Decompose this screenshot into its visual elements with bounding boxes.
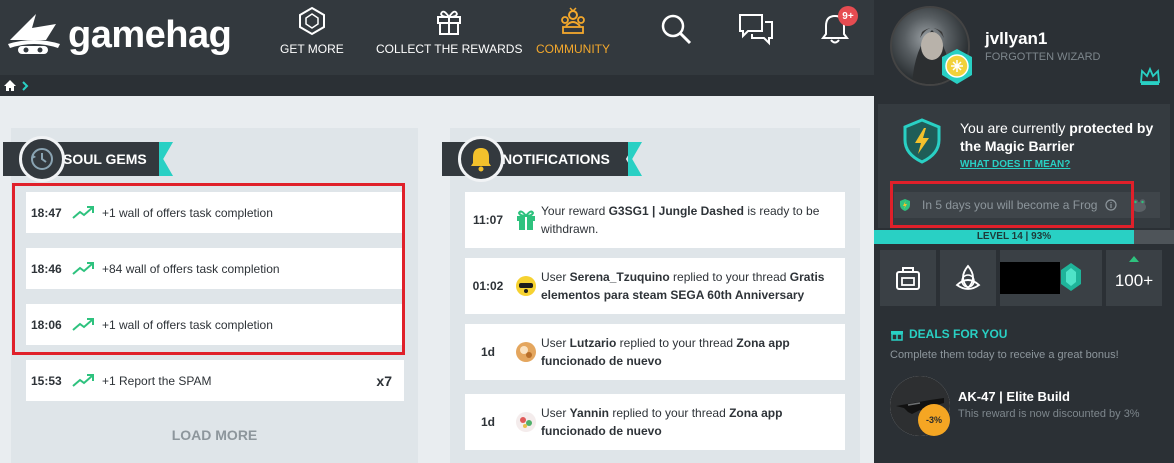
nav-community-label: COMMUNITY	[536, 42, 610, 56]
profile-header: jvllyan1 FORGOTTEN WIZARD	[874, 0, 1174, 96]
soul-gem-row: 15:53 +1 Report the SPAM x7	[26, 360, 404, 401]
notification-time: 11:07	[472, 213, 504, 227]
soul-gem-icon	[1061, 263, 1081, 291]
notifications-panel: NOTIFICATIONS 11:07 Your reward G3SG1 | …	[450, 128, 860, 463]
crown-icon[interactable]	[1139, 66, 1161, 86]
more-tile[interactable]: 100+	[1106, 250, 1162, 306]
nav-community[interactable]: COMMUNITY	[536, 6, 610, 56]
level-progress-bar: LEVEL 14 | 93%	[874, 230, 1174, 244]
nav-get-more-label: GET MORE	[280, 42, 344, 56]
search-button[interactable]	[659, 12, 693, 51]
deals-title: DEALS FOR YOU	[890, 327, 1007, 341]
gem-multiplier: x7	[376, 372, 392, 389]
nav-get-more[interactable]: GET MORE	[280, 6, 344, 56]
deals-subtitle: Complete them today to receive a great b…	[890, 349, 1119, 361]
gift-icon	[437, 10, 462, 35]
user-rank-title: FORGOTTEN WIZARD	[985, 51, 1101, 63]
bell-icon	[471, 148, 491, 172]
home-icon[interactable]	[3, 79, 17, 92]
backpack-icon	[896, 267, 920, 290]
notifications-emblem	[458, 136, 504, 182]
notification-time: 1d	[480, 415, 495, 429]
notification-message: User Serena_Tzuquino replied to your thr…	[541, 270, 825, 302]
notifications-button[interactable]: 9+	[820, 6, 858, 51]
discount-badge: -3%	[918, 404, 950, 436]
gem-balance-tile[interactable]	[1000, 250, 1102, 306]
notification-item[interactable]: 01:02 User Serena_Tzuquino replied to yo…	[465, 258, 845, 314]
highlight-box	[12, 183, 405, 355]
notification-message: Your reward G3SG1 | Jungle Dashed is rea…	[541, 204, 820, 236]
deal-item-name[interactable]: AK-47 | Elite Build	[958, 389, 1070, 404]
gem-time: 15:53	[31, 373, 62, 388]
nav-collect-rewards-label: COLLECT THE REWARDS	[376, 42, 523, 56]
notification-time: 01:02	[472, 279, 504, 293]
user-avatar-icon	[511, 341, 541, 363]
shield-icon	[903, 118, 941, 164]
highlight-box	[890, 181, 1134, 228]
gem-description: +1 Report the SPAM	[102, 373, 212, 388]
notification-message: User Lutzario replied to your thread Zon…	[541, 336, 790, 368]
notification-item[interactable]: 11:07 Your reward G3SG1 | Jungle Dashed …	[465, 192, 845, 248]
history-clock-icon	[31, 148, 53, 170]
more-tile-label: 100+	[1114, 271, 1154, 290]
chevron-right-icon	[22, 80, 29, 91]
redacted-balance	[1000, 262, 1060, 294]
soul-gems-emblem	[19, 136, 65, 182]
soul-gems-title: SOUL GEMS	[63, 151, 147, 167]
ribbon-accent	[628, 142, 642, 176]
nav-collect-rewards[interactable]: COLLECT THE REWARDS	[376, 6, 522, 56]
level-label: LEVEL 14 | 93%	[976, 231, 1052, 242]
chat-button[interactable]	[738, 12, 774, 51]
gift-icon	[511, 209, 541, 231]
notification-item[interactable]: 1d User Yannin replied to your thread Zo…	[465, 394, 845, 450]
gift-icon	[891, 331, 903, 341]
triquetra-icon	[955, 264, 981, 290]
magic-barrier-status: You are currently protected by the Magic…	[960, 120, 1154, 154]
what-does-it-mean-link[interactable]: WHAT DOES IT MEAN?	[960, 159, 1070, 170]
wizard-hat-icon	[8, 14, 60, 54]
load-more-button[interactable]: LOAD MORE	[11, 427, 418, 443]
gamehag-logo[interactable]: gamehag	[6, 10, 232, 60]
notification-time: 1d	[480, 345, 495, 359]
chat-icon	[739, 14, 773, 46]
notification-item[interactable]: 1d User Lutzario replied to your thread …	[465, 324, 845, 380]
breadcrumb	[0, 75, 874, 96]
user-avatar-icon	[511, 411, 541, 433]
community-icon	[561, 7, 585, 34]
rank-badge-icon	[942, 49, 972, 84]
deal-item-description: This reward is now discounted by 3%	[958, 408, 1140, 420]
inventory-tile[interactable]	[880, 250, 936, 306]
brand-name: gamehag	[68, 13, 232, 56]
triquetra-tile[interactable]	[940, 250, 996, 306]
gem-icon	[298, 6, 325, 36]
notification-message: User Yannin replied to your thread Zona …	[541, 406, 783, 438]
trend-up-icon	[72, 373, 102, 388]
ribbon-accent	[159, 142, 173, 176]
username[interactable]: jvllyan1	[985, 29, 1047, 49]
quick-tiles: 100+	[880, 250, 1162, 306]
right-sidebar: jvllyan1 FORGOTTEN WIZARD You are curren…	[874, 0, 1174, 463]
notifications-title: NOTIFICATIONS	[502, 151, 610, 167]
top-navbar: gamehag GET MORE COLLECT THE REWARDS COM…	[0, 0, 874, 75]
notification-count-badge: 9+	[838, 6, 858, 26]
user-avatar-icon	[511, 275, 541, 297]
search-icon	[661, 14, 692, 45]
arrow-up-icon	[1129, 256, 1139, 262]
